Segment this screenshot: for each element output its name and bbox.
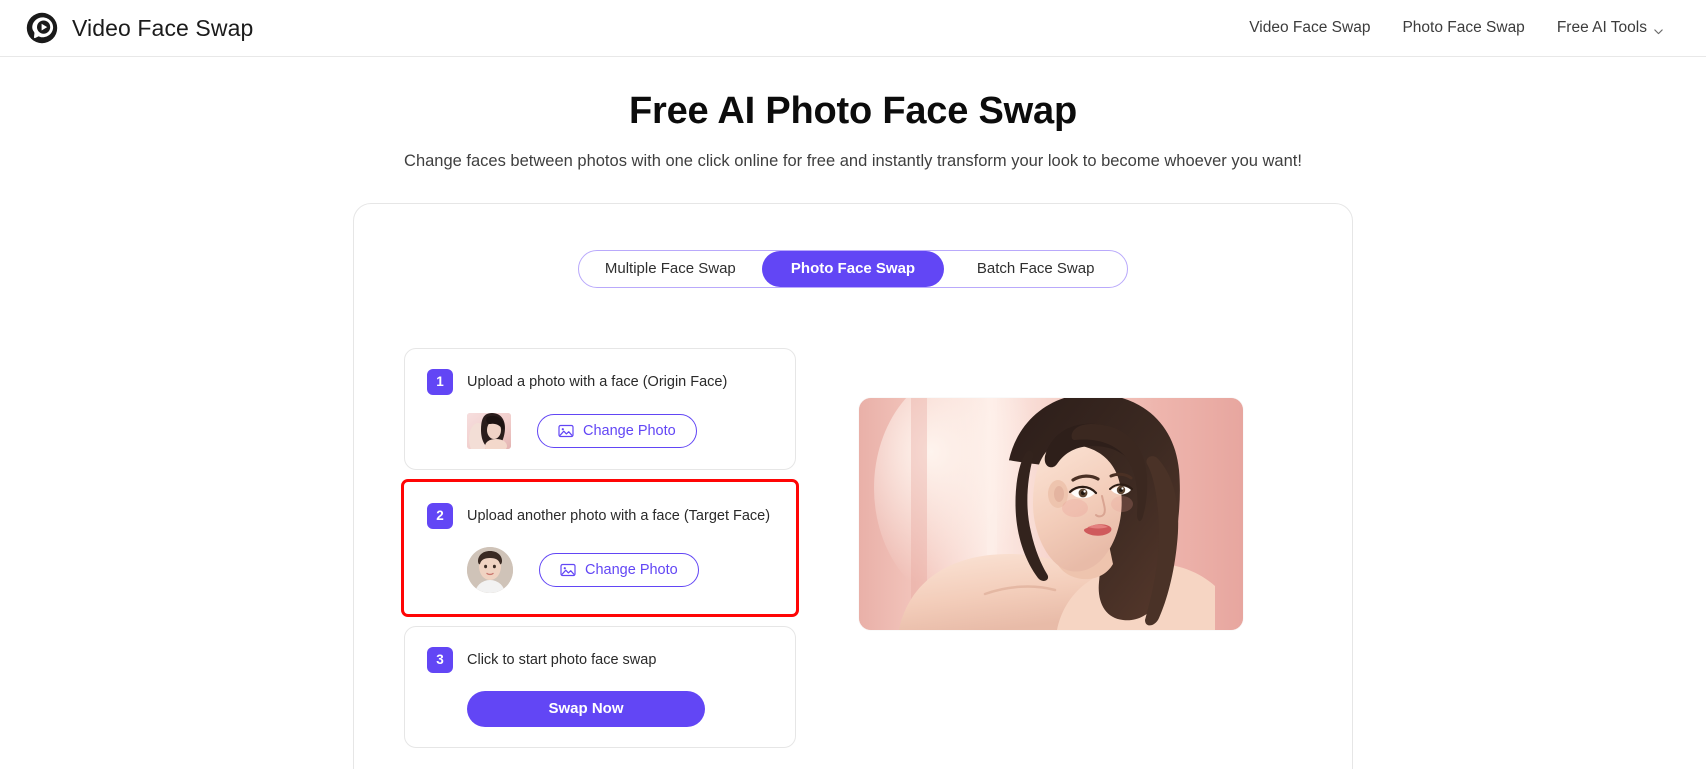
button-label: Swap Now	[548, 700, 624, 718]
step-header: 3 Click to start photo face swap	[427, 646, 775, 673]
face-swap-tool-panel: Multiple Face Swap Photo Face Swap Batch…	[353, 202, 1353, 769]
nav-item-video-face-swap[interactable]: Video Face Swap	[1249, 19, 1370, 37]
nav-item-free-ai-tools[interactable]: Free AI Tools	[1557, 19, 1664, 37]
step-card-target-face: 2 Upload another photo with a face (Targ…	[401, 478, 799, 617]
button-label: Change Photo	[585, 561, 678, 578]
work-area: 1 Upload a photo with a face (Origin Fac…	[400, 347, 1306, 748]
brand-logo-link[interactable]: Video Face Swap	[26, 12, 253, 44]
step-number-badge: 1	[427, 368, 453, 395]
change-photo-button-target[interactable]: Change Photo	[539, 552, 699, 587]
step-card-swap-action: 3 Click to start photo face swap Swap No…	[404, 625, 796, 748]
step-body: Change Photo	[427, 546, 775, 593]
tab-batch-face-swap[interactable]: Batch Face Swap	[944, 251, 1127, 287]
tab-photo-face-swap[interactable]: Photo Face Swap	[761, 250, 945, 287]
mode-tabs: Multiple Face Swap Photo Face Swap Batch…	[578, 249, 1128, 288]
step-label: Upload a photo with a face (Origin Face)	[467, 373, 728, 390]
tab-label: Photo Face Swap	[790, 260, 916, 278]
nav-item-label: Video Face Swap	[1249, 19, 1371, 36]
tab-multiple-face-swap[interactable]: Multiple Face Swap	[579, 251, 762, 287]
swap-now-button[interactable]: Swap Now	[467, 690, 705, 727]
tab-label: Multiple Face Swap	[604, 260, 736, 278]
face-play-logo-icon	[26, 12, 58, 44]
steps-column: 1 Upload a photo with a face (Origin Fac…	[401, 347, 799, 748]
origin-face-thumbnail[interactable]	[467, 412, 511, 449]
step-header: 1 Upload a photo with a face (Origin Fac…	[427, 368, 775, 395]
step-number-badge: 3	[427, 646, 453, 673]
image-icon	[560, 562, 576, 578]
step-label: Upload another photo with a face (Target…	[467, 507, 771, 524]
main-navigation: Video Face Swap Photo Face Swap Free AI …	[1249, 19, 1678, 37]
button-label: Change Photo	[583, 422, 676, 439]
step-number-badge: 2	[427, 502, 453, 529]
step-card-origin-face: 1 Upload a photo with a face (Origin Fac…	[404, 347, 796, 470]
site-header: Video Face Swap Video Face Swap Photo Fa…	[0, 0, 1706, 57]
change-photo-button-origin[interactable]: Change Photo	[537, 413, 697, 448]
tab-label: Batch Face Swap	[976, 260, 1095, 278]
page-title: Free AI Photo Face Swap	[629, 90, 1077, 132]
nav-item-label: Photo Face Swap	[1402, 19, 1525, 36]
page-subtitle: Change faces between photos with one cli…	[404, 151, 1302, 170]
step-body: Swap Now	[427, 690, 775, 727]
preview-column	[796, 348, 1306, 748]
chevron-down-icon	[1653, 24, 1664, 35]
target-face-thumbnail[interactable]	[467, 546, 513, 593]
step-body: Change Photo	[427, 412, 775, 449]
step-label: Click to start photo face swap	[467, 651, 657, 668]
image-icon	[558, 423, 574, 439]
hero-section: Free AI Photo Face Swap Change faces bet…	[0, 57, 1706, 171]
step-header: 2 Upload another photo with a face (Targ…	[427, 502, 775, 529]
brand-title: Video Face Swap	[72, 14, 254, 41]
nav-item-photo-face-swap[interactable]: Photo Face Swap	[1402, 19, 1524, 37]
nav-item-label: Free AI Tools	[1556, 19, 1647, 36]
result-preview-image	[859, 397, 1243, 630]
